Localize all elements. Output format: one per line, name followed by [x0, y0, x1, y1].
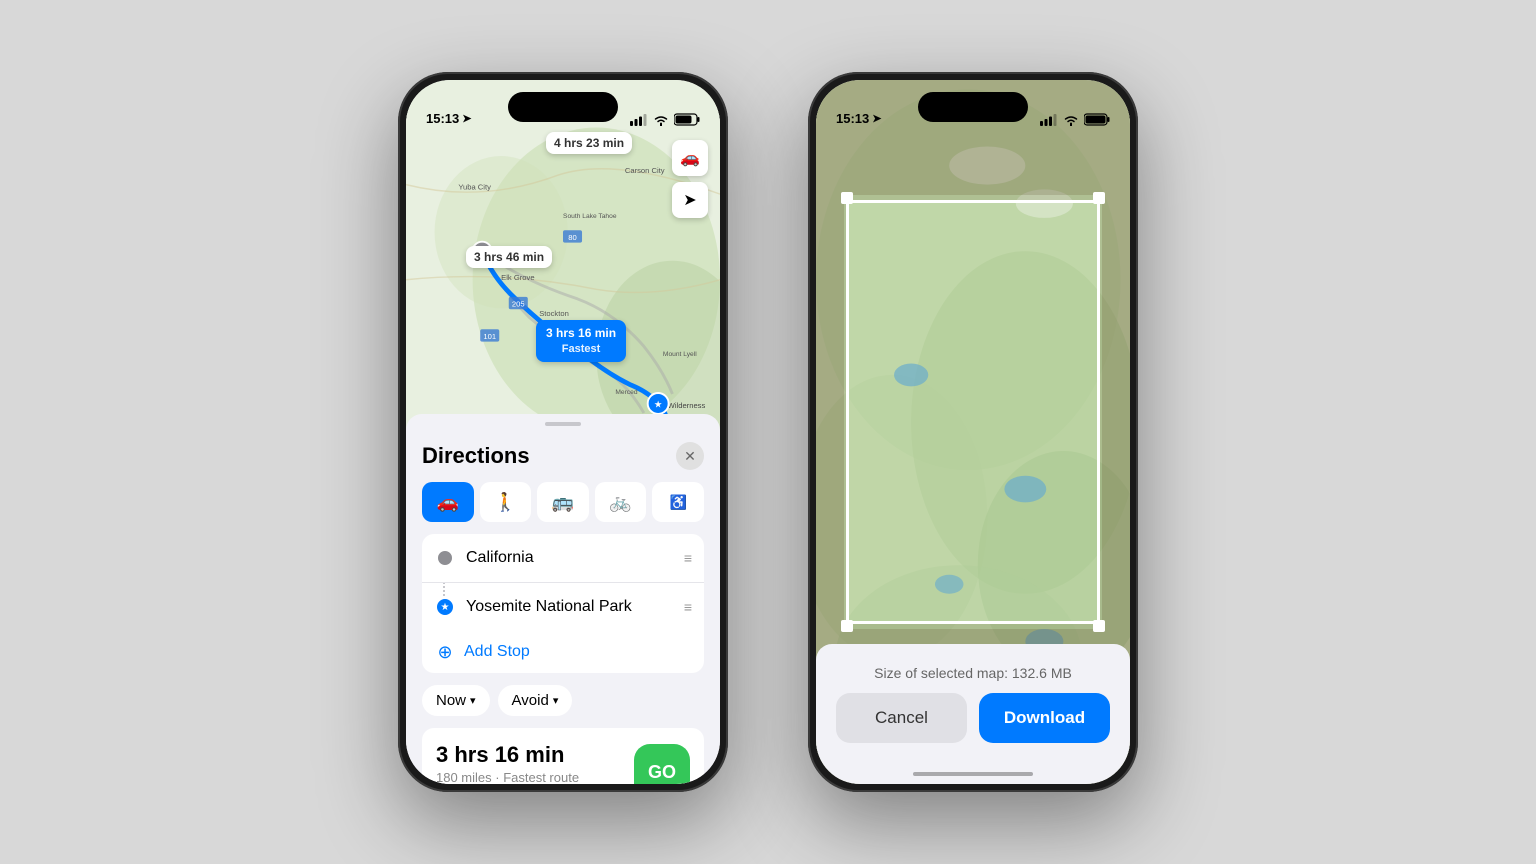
wifi-icon	[653, 114, 669, 126]
transport-car[interactable]: 🚗	[422, 482, 474, 522]
destination-handle: ≡	[684, 600, 692, 614]
signal-icon	[630, 114, 648, 126]
route-badge-3hrs46: 3 hrs 46 min	[466, 246, 552, 268]
map-controls: 🚗 ➤	[672, 140, 708, 218]
status-icons-1	[630, 113, 700, 126]
corner-bl	[841, 620, 853, 632]
location-btn[interactable]: ➤	[672, 182, 708, 218]
route-time-1: 3 hrs 16 min	[436, 742, 631, 768]
directions-title: Directions	[422, 443, 530, 469]
phone-1: 15:13 ➤	[398, 72, 728, 792]
status-time-1: 15:13 ➤	[426, 111, 471, 126]
svg-text:Wilderness: Wilderness	[668, 401, 706, 410]
dynamic-island-1	[508, 92, 618, 122]
avoid-chevron: ▾	[553, 694, 559, 707]
cancel-button[interactable]: Cancel	[836, 693, 967, 743]
origin-handle: ≡	[684, 551, 692, 565]
route-info-1: 3 hrs 16 min 180 miles · Fastest route i…	[436, 742, 631, 784]
fastest-time: 3 hrs 16 min	[546, 325, 616, 342]
phone-2: 15:13 ➤	[808, 72, 1138, 792]
now-label: Now	[436, 692, 466, 709]
options-row: Now ▾ Avoid ▾	[422, 685, 704, 716]
dynamic-island-2	[918, 92, 1028, 122]
battery-icon	[674, 113, 700, 126]
directions-panel: Directions ✕ 🚗 🚶 🚌 🚲 ♿ California ≡	[406, 414, 720, 784]
download-button[interactable]: Download	[979, 693, 1110, 743]
route-card-1[interactable]: 3 hrs 16 min 180 miles · Fastest route i…	[422, 728, 704, 784]
go-button-1[interactable]: GO	[634, 744, 690, 784]
dim-right	[1102, 195, 1130, 629]
status-time-2: 15:13 ➤	[836, 111, 881, 126]
svg-text:80: 80	[568, 233, 576, 242]
transport-accessibility[interactable]: ♿	[652, 482, 704, 522]
svg-text:South Lake Tahoe: South Lake Tahoe	[563, 213, 617, 220]
route-badge-fastest: 3 hrs 16 min Fastest	[536, 320, 626, 362]
signal-icon-2	[1040, 114, 1058, 126]
download-panel: Size of selected map: 132.6 MB Cancel Do…	[816, 644, 1130, 784]
origin-icon	[434, 547, 456, 569]
transport-walk[interactable]: 🚶	[480, 482, 532, 522]
svg-text:205: 205	[512, 299, 525, 308]
waypoints-container: California ≡ ★ Yosemite National Park ≡ …	[422, 534, 704, 673]
map-area-1[interactable]: Yuba City Carson City South Lake Tahoe E…	[406, 80, 720, 470]
avoid-pill[interactable]: Avoid ▾	[498, 685, 573, 716]
origin-text: California	[466, 549, 674, 567]
download-actions: Cancel Download	[836, 693, 1110, 743]
now-pill[interactable]: Now ▾	[422, 685, 490, 716]
home-bar-2	[913, 772, 1033, 776]
corner-br	[1093, 620, 1105, 632]
fastest-label: Fastest	[546, 342, 616, 357]
svg-text:101: 101	[483, 332, 496, 341]
location-icon-2: ➤	[872, 112, 881, 125]
location-icon: ➤	[462, 112, 471, 125]
add-stop-icon: ⊕	[434, 641, 456, 663]
now-chevron: ▾	[470, 694, 476, 707]
corner-tl	[841, 192, 853, 204]
svg-text:Yuba City: Yuba City	[458, 182, 491, 191]
svg-text:Elk Grove: Elk Grove	[501, 273, 534, 282]
route-badge-4hrs: 4 hrs 23 min	[546, 132, 632, 154]
origin-dot	[436, 549, 454, 567]
download-size-text: Size of selected map: 132.6 MB	[874, 665, 1072, 681]
transport-bike[interactable]: 🚲	[595, 482, 647, 522]
corner-tr	[1093, 192, 1105, 204]
car-mode-btn[interactable]: 🚗	[672, 140, 708, 176]
phone-1-screen: 15:13 ➤	[406, 80, 720, 784]
svg-text:Stockton: Stockton	[539, 309, 569, 318]
transport-modes: 🚗 🚶 🚌 🚲 ♿	[422, 482, 704, 522]
add-stop-row[interactable]: ⊕ Add Stop	[422, 631, 704, 673]
panel-handle	[545, 422, 581, 426]
avoid-label: Avoid	[512, 692, 549, 709]
download-selection-rect[interactable]	[846, 200, 1100, 624]
dest-star: ★	[435, 597, 455, 617]
origin-row[interactable]: California ≡	[422, 534, 704, 582]
directions-header: Directions ✕	[422, 434, 704, 482]
destination-icon: ★	[434, 596, 456, 618]
destination-text: Yosemite National Park	[466, 598, 674, 616]
close-button[interactable]: ✕	[676, 442, 704, 470]
route-detail-1: 180 miles · Fastest route	[436, 770, 631, 784]
svg-text:Merced: Merced	[615, 389, 637, 396]
svg-text:Mount Lyell: Mount Lyell	[663, 351, 697, 358]
dim-left	[816, 195, 844, 629]
add-stop-text: Add Stop	[464, 643, 530, 661]
battery-icon-2	[1084, 113, 1110, 126]
svg-text:Carson City: Carson City	[625, 166, 665, 175]
svg-text:★: ★	[654, 399, 663, 410]
wifi-icon-2	[1063, 114, 1079, 126]
destination-row[interactable]: ★ Yosemite National Park ≡	[422, 582, 704, 631]
phone-2-screen: 15:13 ➤	[816, 80, 1130, 784]
transport-transit[interactable]: 🚌	[537, 482, 589, 522]
status-icons-2	[1040, 113, 1110, 126]
